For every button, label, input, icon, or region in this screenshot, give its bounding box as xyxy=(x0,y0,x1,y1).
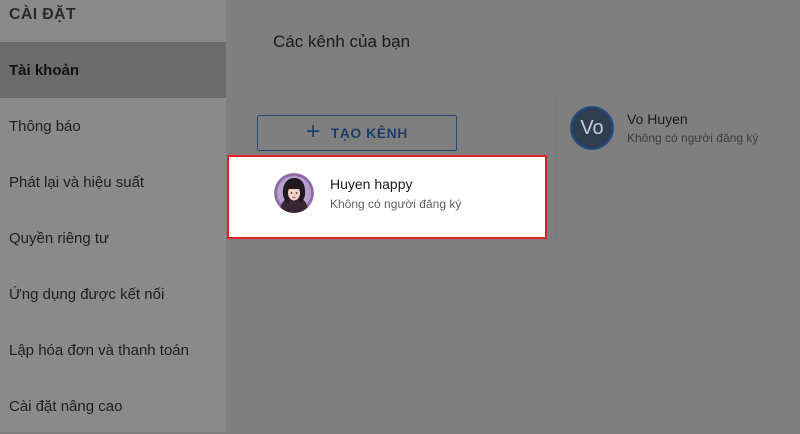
avatar: Vo xyxy=(570,106,614,150)
divider xyxy=(555,100,556,240)
avatar xyxy=(274,173,314,213)
plus-icon: + xyxy=(306,118,321,145)
sidebar-item-notifications[interactable]: Thông báo xyxy=(0,98,226,154)
create-channel-button[interactable]: + TẠO KÊNH xyxy=(257,115,457,151)
sidebar-item-label: Thông báo xyxy=(9,117,81,135)
sidebar-item-billing[interactable]: Lập hóa đơn và thanh toán xyxy=(0,322,226,378)
sidebar-item-privacy[interactable]: Quyền riêng tư xyxy=(0,210,226,266)
sidebar-item-playback[interactable]: Phát lại và hiệu suất xyxy=(0,154,226,210)
sidebar-item-label: Lập hóa đơn và thanh toán xyxy=(9,341,189,359)
sidebar-item-account[interactable]: Tài khoản xyxy=(0,42,226,98)
account-name: Vo Huyen xyxy=(627,111,688,127)
account-subscribers: Không có người đăng ký xyxy=(627,131,759,145)
create-channel-label: TẠO KÊNH xyxy=(330,125,408,141)
sidebar-title: CÀI ĐẶT xyxy=(9,6,76,23)
channel-item-huyen-happy[interactable]: Huyen happy Không có người đăng ký xyxy=(227,155,547,239)
page-title: Các kênh của bạn xyxy=(273,32,411,51)
sidebar-item-advanced[interactable]: Cài đặt nâng cao xyxy=(0,378,226,434)
sidebar-item-label: Ứng dụng được kết nối xyxy=(9,285,165,303)
channel-name: Huyen happy xyxy=(330,176,413,192)
sidebar-item-label: Cài đặt nâng cao xyxy=(9,397,123,415)
channel-subscribers: Không có người đăng ký xyxy=(330,197,462,211)
sidebar-item-label: Tài khoản xyxy=(9,61,80,79)
sidebar-item-label: Quyền riêng tư xyxy=(9,229,110,247)
sidebar-item-connected-apps[interactable]: Ứng dụng được kết nối xyxy=(0,266,226,322)
settings-sidebar: CÀI ĐẶT Tài khoản Thông báo Phát lại và … xyxy=(0,0,226,432)
sidebar-item-label: Phát lại và hiệu suất xyxy=(9,173,145,191)
